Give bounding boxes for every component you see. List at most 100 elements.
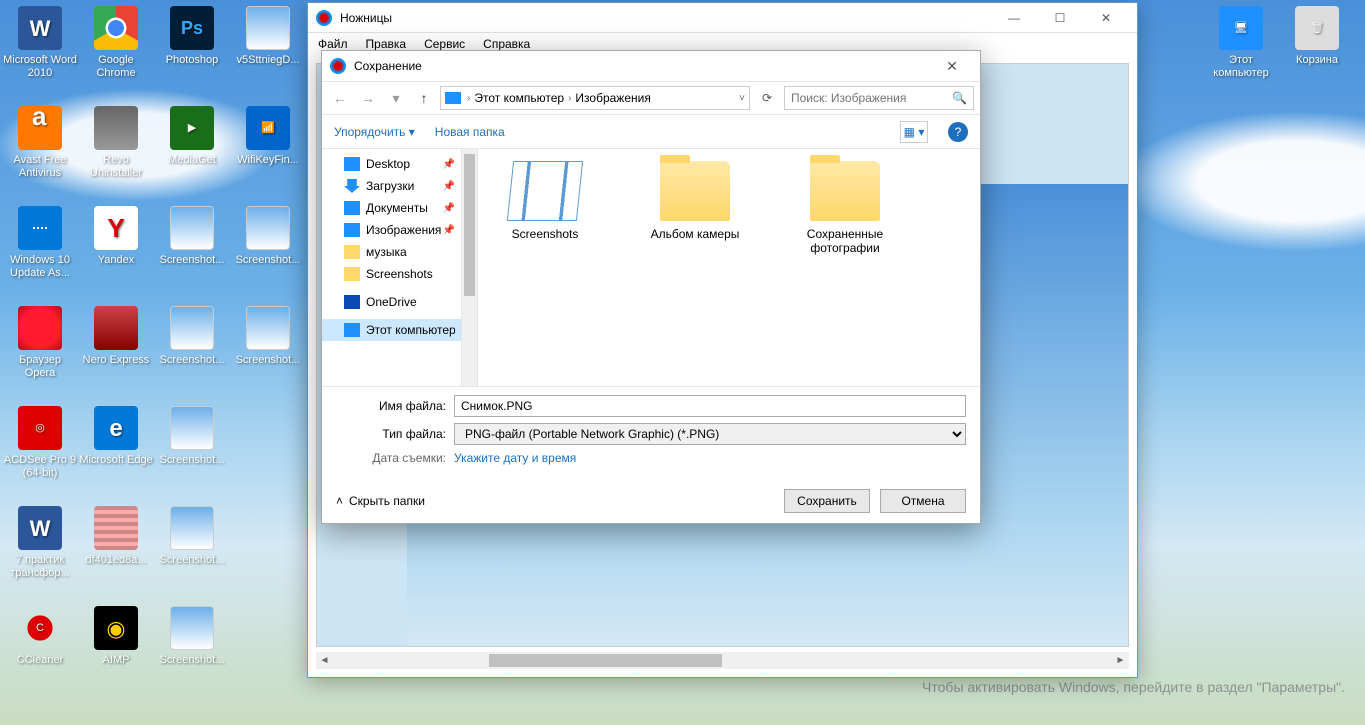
desktop-icon[interactable]: eMicrosoft Edge (78, 402, 154, 502)
tree-node[interactable]: музыка (322, 241, 461, 263)
icon-label: CCleaner (17, 654, 63, 667)
icon-label: Yandex (98, 254, 135, 267)
app-icon (18, 106, 62, 150)
desktop-icon[interactable]: v5SttniegD... (230, 2, 306, 102)
scroll-thumb[interactable] (489, 654, 723, 667)
desktop-icon[interactable]: Google Chrome (78, 2, 154, 102)
desktop-icon[interactable]: Screenshot... (154, 402, 230, 502)
tree-node[interactable]: Desktop📌 (322, 153, 461, 175)
desktop-icon[interactable]: Revo Uninstaller (78, 102, 154, 202)
tree-scrollbar[interactable] (462, 149, 478, 386)
desktop-icon[interactable]: Avast Free Antivirus (2, 102, 78, 202)
app-icon: Ps (170, 6, 214, 50)
desktop-icon[interactable]: Screenshot... (154, 302, 230, 402)
tree-label: Этот компьютер (366, 323, 456, 337)
desktop-icon[interactable]: WMicrosoft Word 2010 (2, 2, 78, 102)
tree-node[interactable]: Этот компьютер (322, 319, 461, 341)
date-link[interactable]: Укажите дату и время (454, 451, 576, 465)
icon-label: Nero Express (83, 354, 150, 367)
tree-node[interactable]: Изображения📌 (322, 219, 461, 241)
chevron-right-icon[interactable]: › (568, 93, 571, 104)
pin-icon: 📌 (443, 203, 455, 214)
scroll-left-arrow[interactable]: ◄ (316, 652, 333, 669)
filename-input[interactable] (454, 395, 966, 417)
desktop-icon[interactable]: 🖥Этот компьютер (1203, 2, 1279, 102)
breadcrumb[interactable]: › Этот компьютер › Изображения ˅ (440, 86, 750, 110)
desktop-icon[interactable]: Screenshot... (154, 602, 230, 702)
desktop-icon[interactable]: Nero Express (78, 302, 154, 402)
scroll-right-arrow[interactable]: ► (1112, 652, 1129, 669)
file-grid[interactable]: Screenshots Альбом камеры Сохраненные фото… (478, 149, 980, 386)
icon-label: Microsoft Word 2010 (3, 54, 77, 80)
desktop-icon[interactable]: PsPhotoshop (154, 2, 230, 102)
chevron-right-icon[interactable]: › (467, 93, 470, 104)
desktop-icon[interactable]: W7 практик трансфор... (2, 502, 78, 602)
organize-button[interactable]: Упорядочить ▾ (334, 125, 415, 139)
folder-icon (344, 323, 360, 337)
tree-node[interactable]: Загрузки📌 (322, 175, 461, 197)
menu-item[interactable]: Правка (366, 37, 407, 51)
app-icon (170, 606, 214, 650)
app-icon: ◉ (94, 606, 138, 650)
nav-forward-button[interactable]: → (356, 86, 380, 110)
desktop-icon[interactable]: 📶WifiKeyFin... (230, 102, 306, 202)
icon-label: Screenshot... (160, 354, 225, 367)
tree-node[interactable]: Документы 📌 (322, 197, 461, 219)
desktop-icon[interactable]: ◉AIMP (78, 602, 154, 702)
nav-recent-button[interactable]: ▾ (384, 86, 408, 110)
tree-label: Документы (366, 201, 428, 215)
file-item[interactable]: Альбом камеры (640, 161, 750, 241)
nav-back-button[interactable]: ← (328, 86, 352, 110)
scroll-track[interactable] (333, 652, 1112, 669)
desktop-icon[interactable]: ◎ACDSee Pro 9 (64-bit) (2, 402, 78, 502)
file-item[interactable]: Сохраненные фотографии (790, 161, 900, 255)
date-label: Дата съемки: (336, 451, 446, 465)
titlebar[interactable]: Ножницы — ☐ ✕ (308, 3, 1137, 33)
breadcrumb-seg-0[interactable]: Этот компьютер (474, 91, 564, 105)
window-title: Ножницы (340, 11, 991, 25)
minimize-button[interactable]: — (991, 3, 1037, 33)
icon-label: WifiKeyFin... (237, 154, 299, 167)
desktop-icon[interactable]: Screenshot... (230, 302, 306, 402)
dialog-body: Desktop📌Загрузки📌 Документы 📌 Изображения📌м… (322, 149, 980, 386)
save-button[interactable]: Сохранить (784, 489, 870, 513)
dialog-close-button[interactable]: ✕ (932, 52, 972, 80)
hide-folders-toggle[interactable]: ˄ Скрыть папки (336, 494, 425, 508)
desktop-icon[interactable]: ▶MediaGet (154, 102, 230, 202)
icon-label: Screenshot... (236, 254, 301, 267)
nav-up-button[interactable]: ↑ (412, 86, 436, 110)
horizontal-scrollbar[interactable]: ◄ ► (316, 652, 1129, 669)
desktop-icon[interactable]: Screenshot... (230, 202, 306, 302)
breadcrumb-seg-1[interactable]: Изображения (575, 91, 650, 105)
desktop-icon[interactable]: YYandex (78, 202, 154, 302)
refresh-button[interactable]: ⟳ (754, 91, 780, 105)
icon-label: Screenshot... (160, 454, 225, 467)
view-mode-button[interactable]: ▦ ▾ (900, 121, 928, 143)
desktop-icon[interactable]: Windows 10 Update As... (2, 202, 78, 302)
search-box[interactable]: 🔍 (784, 86, 974, 110)
desktop-icon[interactable]: CCCleaner (2, 602, 78, 702)
new-folder-button[interactable]: Новая папка (435, 125, 505, 139)
cancel-button[interactable]: Отмена (880, 489, 966, 513)
navigation-tree[interactable]: Desktop📌Загрузки📌 Документы 📌 Изображения📌м… (322, 149, 462, 386)
desktop-icon[interactable]: Screenshot... (154, 502, 230, 602)
tree-node[interactable]: Screenshots (322, 263, 461, 285)
tree-scroll-thumb[interactable] (464, 154, 475, 296)
breadcrumb-dropdown[interactable]: ˅ (739, 93, 745, 104)
search-icon[interactable]: 🔍 (952, 91, 967, 105)
tree-node[interactable]: OneDrive (322, 291, 461, 313)
close-button[interactable]: ✕ (1083, 3, 1129, 33)
menu-item[interactable]: Файл (318, 37, 348, 51)
desktop-icon[interactable]: 🗑Корзина (1279, 2, 1355, 102)
help-button[interactable]: ? (948, 122, 968, 142)
desktop-icon[interactable]: df401ed8a... (78, 502, 154, 602)
maximize-button[interactable]: ☐ (1037, 3, 1083, 33)
menu-item[interactable]: Справка (483, 37, 530, 51)
file-item[interactable]: Screenshots (490, 161, 600, 241)
desktop-icon[interactable]: Screenshot... (154, 202, 230, 302)
filetype-select[interactable]: PNG-файл (Portable Network Graphic) (*.P… (454, 423, 966, 445)
dialog-titlebar[interactable]: Сохранение ✕ (322, 51, 980, 81)
menu-item[interactable]: Сервис (424, 37, 465, 51)
search-input[interactable] (791, 91, 952, 105)
desktop-icon[interactable]: Браузер Opera (2, 302, 78, 402)
